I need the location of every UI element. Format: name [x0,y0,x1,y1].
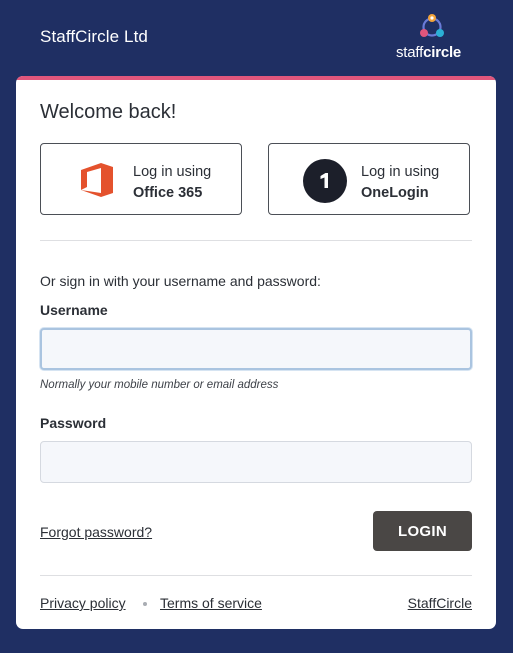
onelogin-login-button[interactable]: Log in using OneLogin [268,143,470,215]
company-name: StaffCircle Ltd [40,27,148,46]
username-label: Username [40,302,108,318]
staffcircle-logo: staffcircle [396,12,472,64]
terms-of-service-link[interactable]: Terms of service [160,595,262,611]
password-label: Password [40,415,107,431]
login-card: Welcome back! Log in using Office 365 Lo… [16,76,496,629]
staffcircle-logo-icon [420,14,444,37]
footer-divider [40,575,472,576]
top-bar: StaffCircle Ltd staffcircle [0,0,513,76]
onelogin-icon [303,159,347,203]
staffcircle-link[interactable]: StaffCircle [408,595,472,611]
card-accent-bar [16,76,496,80]
footer-separator-dot [143,602,147,606]
username-hint: Normally your mobile number or email add… [40,379,279,391]
privacy-policy-link[interactable]: Privacy policy [40,595,126,611]
office-365-button-label: Log in using Office 365 [133,164,212,201]
forgot-password-link[interactable]: Forgot password? [40,524,152,540]
login-button[interactable]: LOGIN [373,511,472,551]
page-title: Welcome back! [40,101,177,123]
username-input[interactable] [40,328,472,370]
staffcircle-wordmark: staffcircle [396,44,462,61]
password-input[interactable] [40,441,472,483]
divider [40,240,472,241]
onelogin-button-label: Log in using OneLogin [361,164,440,201]
office-365-icon [81,163,113,197]
alternate-signin-text: Or sign in with your username and passwo… [40,273,321,289]
office-365-login-button[interactable]: Log in using Office 365 [40,143,242,215]
